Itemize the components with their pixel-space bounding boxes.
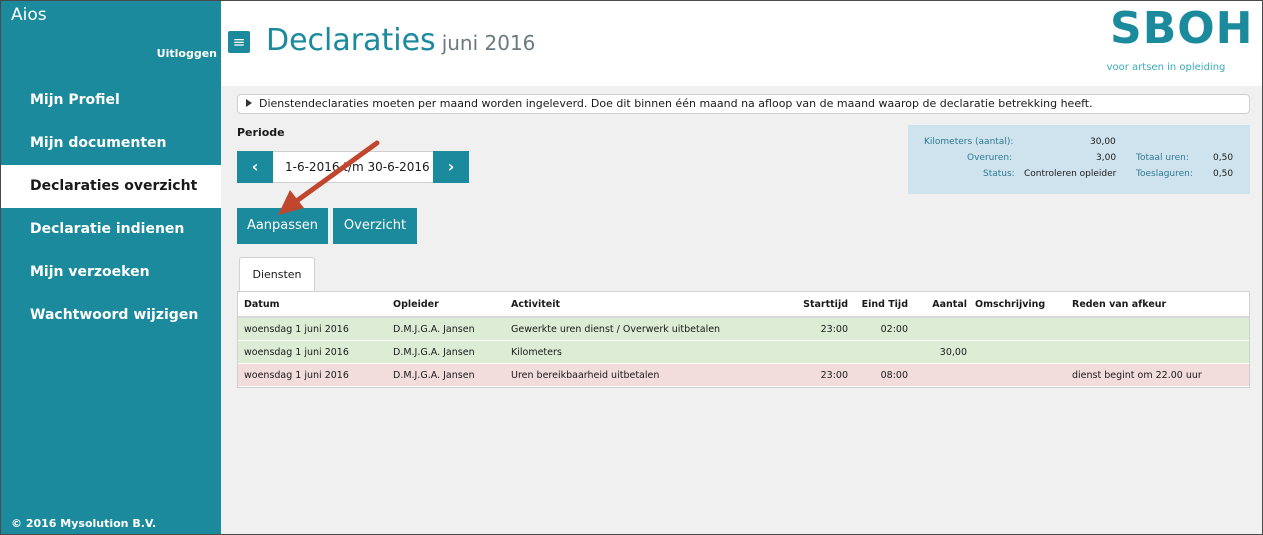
table-row[interactable]: woensdag 1 juni 2016 D.M.J.G.A. Jansen U… <box>238 364 1249 387</box>
header-datum[interactable]: Datum <box>244 292 280 318</box>
sidebar-brand: Aios <box>11 5 47 25</box>
cell-reden: dienst begint om 22.00 uur <box>1072 370 1202 381</box>
cell-datum: woensdag 1 juni 2016 <box>244 370 349 381</box>
cell-starttijd: 23:00 <box>820 370 848 381</box>
period-label: Periode <box>237 126 285 139</box>
table-row[interactable]: woensdag 1 juni 2016 D.M.J.G.A. Jansen K… <box>238 341 1249 364</box>
chevron-right-icon[interactable]: › <box>433 151 469 183</box>
cell-activiteit: Gewerkte uren dienst / Overwerk uitbetal… <box>511 324 721 335</box>
copyright: © 2016 Mysolution B.V. <box>11 517 157 530</box>
period-selector: ‹ 1-6-2016 t/m 30-6-2016 › <box>237 151 469 183</box>
header-starttijd[interactable]: Starttijd <box>788 292 848 318</box>
overzicht-button[interactable]: Overzicht <box>333 208 417 244</box>
sidebar-item-mijn-verzoeken[interactable]: Mijn verzoeken <box>1 251 221 294</box>
toeslaguren-value: 0,50 <box>1213 169 1234 179</box>
sidebar-item-mijn-documenten[interactable]: Mijn documenten <box>1 122 221 165</box>
totaal-uren-label: Totaal uren: <box>1136 153 1189 163</box>
header-eindtijd[interactable]: Eind Tijd <box>858 292 908 318</box>
period-range: 1-6-2016 t/m 30-6-2016 <box>273 151 433 183</box>
cell-eindtijd: 08:00 <box>880 370 908 381</box>
sidebar-item-wachtwoord-wijzigen[interactable]: Wachtwoord wijzigen <box>1 294 221 337</box>
table-row[interactable]: woensdag 1 juni 2016 D.M.J.G.A. Jansen G… <box>238 318 1249 341</box>
overuren-label: Overuren: <box>967 153 1013 163</box>
header-activiteit[interactable]: Activiteit <box>511 292 560 318</box>
aanpassen-button[interactable]: Aanpassen <box>237 208 328 244</box>
page-subtitle: juni 2016 <box>441 31 536 55</box>
sidebar-nav: Mijn Profiel Mijn documenten Declaraties… <box>1 79 221 337</box>
toeslaguren-label: Toeslaguren: <box>1136 169 1193 179</box>
tab-diensten[interactable]: Diensten <box>239 257 315 291</box>
cell-opleider: D.M.J.G.A. Jansen <box>393 370 475 381</box>
sidebar-item-mijn-profiel[interactable]: Mijn Profiel <box>1 79 221 122</box>
sidebar-item-declaratie-indienen[interactable]: Declaratie indienen <box>1 208 221 251</box>
logo-tagline: voor artsen in opleiding <box>1106 62 1226 73</box>
header-reden[interactable]: Reden van afkeur <box>1072 292 1166 318</box>
cell-starttijd: 23:00 <box>820 324 848 335</box>
notice-text: Dienstendeclaraties moeten per maand wor… <box>259 97 1093 110</box>
page-title: Declaraties juni 2016 <box>266 23 535 58</box>
diensten-table: Datum Opleider Activiteit Starttijd Eind… <box>237 291 1250 388</box>
summary-panel: Kilometers (aantal): 30,00 Overuren: 3,0… <box>908 125 1250 194</box>
sboh-logo: SBOH voor artsen in opleiding <box>1086 3 1253 75</box>
cell-eindtijd: 02:00 <box>880 324 908 335</box>
app-window: Aios Uitloggen Mijn Profiel Mijn documen… <box>0 0 1263 535</box>
main-content: Dienstendeclaraties moeten per maand wor… <box>221 86 1262 534</box>
cell-datum: woensdag 1 juni 2016 <box>244 347 349 358</box>
kilometers-value: 30,00 <box>1090 137 1116 147</box>
status-label: Status: <box>983 169 1015 179</box>
kilometers-label: Kilometers (aantal): <box>924 137 1014 147</box>
header-aantal[interactable]: Aantal <box>922 292 967 318</box>
logo-text: SBOH <box>1110 3 1254 54</box>
sidebar-item-declaraties-overzicht[interactable]: Declaraties overzicht <box>1 165 221 208</box>
status-value: Controleren opleider <box>1024 169 1117 179</box>
page-title-text: Declaraties <box>266 23 436 58</box>
cell-datum: woensdag 1 juni 2016 <box>244 324 349 335</box>
cell-opleider: D.M.J.G.A. Jansen <box>393 324 475 335</box>
chevron-left-icon[interactable]: ‹ <box>237 151 273 183</box>
header-omschrijving[interactable]: Omschrijving <box>975 292 1045 318</box>
totaal-uren-value: 0,50 <box>1213 153 1234 163</box>
logout-link[interactable]: Uitloggen <box>157 47 217 60</box>
header-opleider[interactable]: Opleider <box>393 292 439 318</box>
table-header: Datum Opleider Activiteit Starttijd Eind… <box>238 292 1249 318</box>
sidebar: Aios Uitloggen Mijn Profiel Mijn documen… <box>1 1 221 534</box>
cell-aantal: 30,00 <box>939 347 967 358</box>
menu-icon[interactable]: ≡ <box>228 31 250 53</box>
notice-bar[interactable]: Dienstendeclaraties moeten per maand wor… <box>237 94 1250 114</box>
cell-activiteit: Uren bereikbaarheid uitbetalen <box>511 370 660 381</box>
caret-right-icon <box>246 99 252 107</box>
cell-activiteit: Kilometers <box>511 347 562 358</box>
header: ≡ Declaraties juni 2016 SBOH voor artsen … <box>221 1 1262 86</box>
cell-opleider: D.M.J.G.A. Jansen <box>393 347 475 358</box>
overuren-value: 3,00 <box>1096 153 1117 163</box>
